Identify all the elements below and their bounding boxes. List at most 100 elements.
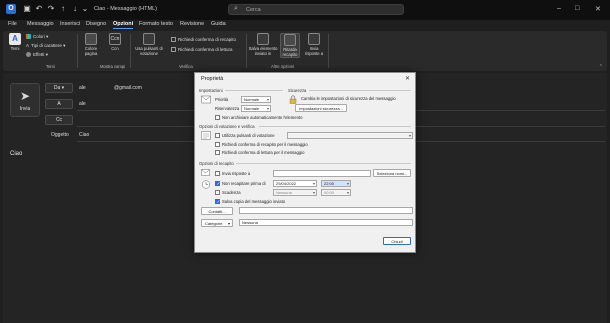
group-label-mostra: Mostra campi — [100, 64, 126, 69]
effects-icon — [26, 52, 31, 58]
customize-icon[interactable]: ⌄ — [80, 4, 90, 14]
colors-icon — [26, 34, 31, 40]
save-icon[interactable]: ▣ — [22, 4, 32, 14]
save-sent-icon — [257, 33, 269, 45]
minimize-button[interactable]: – — [557, 5, 561, 12]
save-copy-checkbox[interactable] — [215, 199, 220, 205]
sensitivity-dropdown[interactable]: Normale ▾ — [241, 105, 271, 112]
bcc-button[interactable]: Ccn Ccn — [108, 33, 122, 51]
bcc-label: Ccn — [111, 46, 119, 51]
page-color-button[interactable]: Colore pagina — [80, 33, 102, 56]
message-body[interactable]: Ciao — [10, 151, 22, 157]
delivery-label: Richiedi conferma di recapito — [178, 37, 237, 42]
fonts-label: Tipi di carattere — [31, 43, 62, 48]
expires-checkbox[interactable] — [215, 190, 220, 195]
voting-button[interactable]: Usa pulsanti di votazione — [132, 33, 166, 56]
send-label: Invia — [19, 106, 31, 112]
redo-icon[interactable]: ↷ — [46, 4, 56, 14]
to-value[interactable]: ale — [79, 101, 86, 107]
deliver-date-dropdown[interactable]: 29/04/2022 ▾ — [273, 180, 317, 187]
no-autoarchive-checkbox[interactable] — [215, 115, 220, 120]
collapse-ribbon-icon[interactable]: ⌃ — [599, 64, 603, 70]
settings-section-title: Impostazioni — [199, 88, 223, 93]
voting-options-icon — [201, 131, 211, 140]
menu-guida[interactable]: Guida — [211, 21, 226, 27]
menu-messaggio[interactable]: Messaggio — [27, 21, 54, 27]
send-button[interactable]: ➤ Invia — [10, 83, 40, 117]
menu-formato-testo[interactable]: Formato testo — [139, 21, 173, 27]
no-deliver-before-checkbox[interactable] — [215, 181, 220, 187]
undo-icon[interactable]: ↶ — [34, 4, 44, 14]
categories-input[interactable]: Nessuna — [239, 219, 413, 226]
colors-button[interactable]: Colori ▾ — [26, 34, 48, 40]
voting-buttons-dropdown[interactable]: ▾ — [287, 132, 413, 139]
contacts-button[interactable]: Contatti... — [201, 207, 233, 215]
to-button[interactable]: A — [45, 99, 73, 109]
outlook-logo-icon: O — [6, 4, 16, 14]
security-settings-button[interactable]: Impostazioni sicurezza... — [295, 104, 347, 112]
up-icon[interactable]: ↑ — [58, 4, 68, 14]
delivery-checkbox-box — [171, 37, 176, 43]
categories-button[interactable]: Categorie ▾ — [201, 219, 233, 227]
use-voting-checkbox[interactable] — [215, 133, 220, 138]
chevron-down-icon: ▾ — [346, 190, 349, 195]
dialog-close-icon[interactable]: ✕ — [405, 75, 410, 82]
dialog-close-button[interactable]: Chiudi — [383, 237, 411, 245]
menu-disegno[interactable]: Disegno — [86, 21, 106, 27]
section-divider — [225, 90, 283, 91]
priority-label: Priorità — [215, 97, 229, 102]
chevron-down-icon: ▾ — [312, 181, 315, 186]
reply-to-checkbox[interactable] — [215, 171, 220, 176]
effects-label: Effetti — [33, 52, 45, 57]
priority-value: Normale — [244, 97, 260, 102]
chevron-down-icon: ▾ — [408, 133, 411, 138]
themes-icon: A — [9, 33, 21, 45]
expires-label: Scadenza — [222, 190, 241, 195]
cc-button[interactable]: Cc — [45, 115, 73, 125]
chevron-down-icon: ▾ — [312, 190, 315, 195]
voting-section-title: Opzioni di votazione e verifica — [199, 124, 255, 129]
from-button[interactable]: Da ▾ — [45, 83, 73, 93]
menu-revisione[interactable]: Revisione — [180, 21, 204, 27]
maximize-button[interactable]: □ — [575, 5, 579, 12]
sensitivity-value: Normale — [244, 106, 260, 111]
delay-delivery-button[interactable]: Ritarda recapito — [280, 33, 300, 58]
fonts-button[interactable]: A Tipi di carattere ▾ — [26, 43, 65, 49]
close-window-button[interactable]: ✕ — [595, 5, 601, 13]
effects-button[interactable]: Effetti ▾ — [26, 52, 48, 58]
request-delivery-checkbox[interactable]: Richiedi conferma di recapito — [171, 37, 237, 43]
themes-button[interactable]: A Temi — [7, 33, 23, 51]
search-input[interactable]: ⌕ Cerca — [228, 4, 404, 15]
save-sent-label: Salva elemento inviato in — [248, 46, 278, 56]
menu-file[interactable]: File — [8, 21, 17, 27]
send-icon: ➤ — [19, 89, 31, 103]
categories-label: Categorie — [205, 221, 223, 226]
menu-opzioni[interactable]: Opzioni — [113, 21, 134, 29]
read-label: Richiedi conferma di lettura — [178, 47, 233, 52]
request-read-receipt-checkbox[interactable] — [215, 150, 220, 155]
request-read-checkbox[interactable]: Richiedi conferma di lettura — [171, 47, 233, 53]
expires-date-dropdown[interactable]: Nessuna ▾ — [273, 189, 317, 196]
window-title: Ciao - Messaggio (HTML) — [94, 6, 157, 12]
no-deliver-before-label: Non recapitare prima di — [222, 181, 266, 186]
themes-label: Temi — [10, 46, 20, 51]
menu-inserisci[interactable]: Inserisci — [60, 21, 80, 27]
contacts-input[interactable] — [239, 207, 413, 214]
deliver-time-dropdown[interactable]: 22:00 ▾ — [321, 180, 351, 187]
select-names-button[interactable]: Seleziona nomi... — [373, 169, 411, 177]
request-delivery-receipt-checkbox[interactable] — [215, 142, 220, 147]
reply-to-input[interactable] — [273, 170, 371, 177]
subject-input[interactable]: Ciao — [79, 132, 89, 138]
no-autoarchive-label: Non archiviare automaticamente l'element… — [222, 115, 303, 120]
delay-delivery-label: Ritarda recapito — [282, 47, 298, 57]
expires-time-dropdown[interactable]: 00:00 ▾ — [321, 189, 351, 196]
chevron-down-icon: ▾ — [346, 181, 349, 186]
save-sent-button[interactable]: Salva elemento inviato in — [248, 33, 278, 56]
down-icon[interactable]: ↓ — [70, 4, 80, 14]
direct-replies-label: Invia risposte a — [304, 46, 324, 56]
bcc-icon: Ccn — [109, 33, 121, 45]
chevron-down-icon: ▾ — [266, 106, 269, 111]
priority-dropdown[interactable]: Normale ▾ — [241, 96, 271, 103]
direct-replies-button[interactable]: Invia risposte a — [303, 33, 325, 56]
group-label-temi: Temi — [46, 64, 55, 69]
